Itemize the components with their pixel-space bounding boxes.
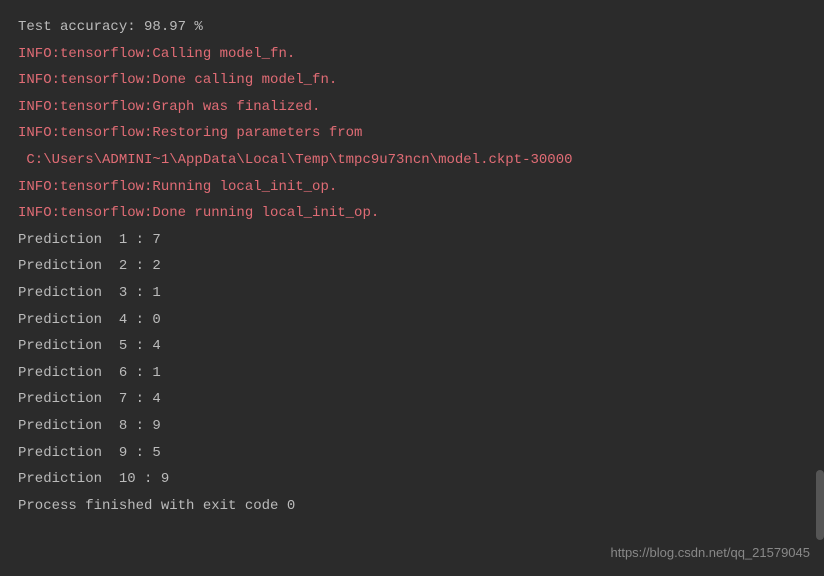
output-line: Prediction 1 : 7 [18,227,806,254]
prediction-line: Prediction 5 : 4 [18,338,161,354]
info-log-line: INFO:tensorflow:Done calling model_fn. [18,72,337,88]
prediction-line: Prediction 2 : 2 [18,258,161,274]
exit-code-line: Process finished with exit code 0 [18,498,295,514]
output-line: Prediction 7 : 4 [18,386,806,413]
output-line: Test accuracy: 98.97 % [18,14,806,41]
prediction-line: Prediction 6 : 1 [18,365,161,381]
info-log-line: INFO:tensorflow:Calling model_fn. [18,46,295,62]
prediction-line: Prediction 9 : 5 [18,445,161,461]
info-log-line: INFO:tensorflow:Restoring parameters fro… [18,125,362,141]
prediction-line: Prediction 7 : 4 [18,391,161,407]
output-line: INFO:tensorflow:Restoring parameters fro… [18,120,806,147]
info-log-line: INFO:tensorflow:Running local_init_op. [18,179,337,195]
info-log-line: INFO:tensorflow:Done running local_init_… [18,205,379,221]
prediction-line: Prediction 10 : 9 [18,471,169,487]
prediction-line: Prediction 8 : 9 [18,418,161,434]
output-line: Prediction 2 : 2 [18,253,806,280]
output-line: INFO:tensorflow:Graph was finalized. [18,94,806,121]
output-line: INFO:tensorflow:Running local_init_op. [18,174,806,201]
output-line: Prediction 8 : 9 [18,413,806,440]
output-line: INFO:tensorflow:Calling model_fn. [18,41,806,68]
terminal-output: Test accuracy: 98.97 % INFO:tensorflow:C… [18,14,806,519]
output-line: Prediction 3 : 1 [18,280,806,307]
output-line: Prediction 9 : 5 [18,440,806,467]
output-line: Prediction 10 : 9 [18,466,806,493]
output-line: C:\Users\ADMINI~1\AppData\Local\Temp\tmp… [18,147,806,174]
output-line: Prediction 6 : 1 [18,360,806,387]
prediction-line: Prediction 3 : 1 [18,285,161,301]
output-line: Process finished with exit code 0 [18,493,806,520]
watermark-text: https://blog.csdn.net/qq_21579045 [611,541,811,566]
info-log-path-line: C:\Users\ADMINI~1\AppData\Local\Temp\tmp… [18,152,573,168]
prediction-line: Prediction 1 : 7 [18,232,161,248]
info-log-line: INFO:tensorflow:Graph was finalized. [18,99,320,115]
output-line: INFO:tensorflow:Done running local_init_… [18,200,806,227]
output-line: Prediction 5 : 4 [18,333,806,360]
test-accuracy-line: Test accuracy: 98.97 % [18,19,203,35]
output-line: INFO:tensorflow:Done calling model_fn. [18,67,806,94]
output-line: Prediction 4 : 0 [18,307,806,334]
prediction-line: Prediction 4 : 0 [18,312,161,328]
scrollbar-thumb[interactable] [816,470,824,540]
